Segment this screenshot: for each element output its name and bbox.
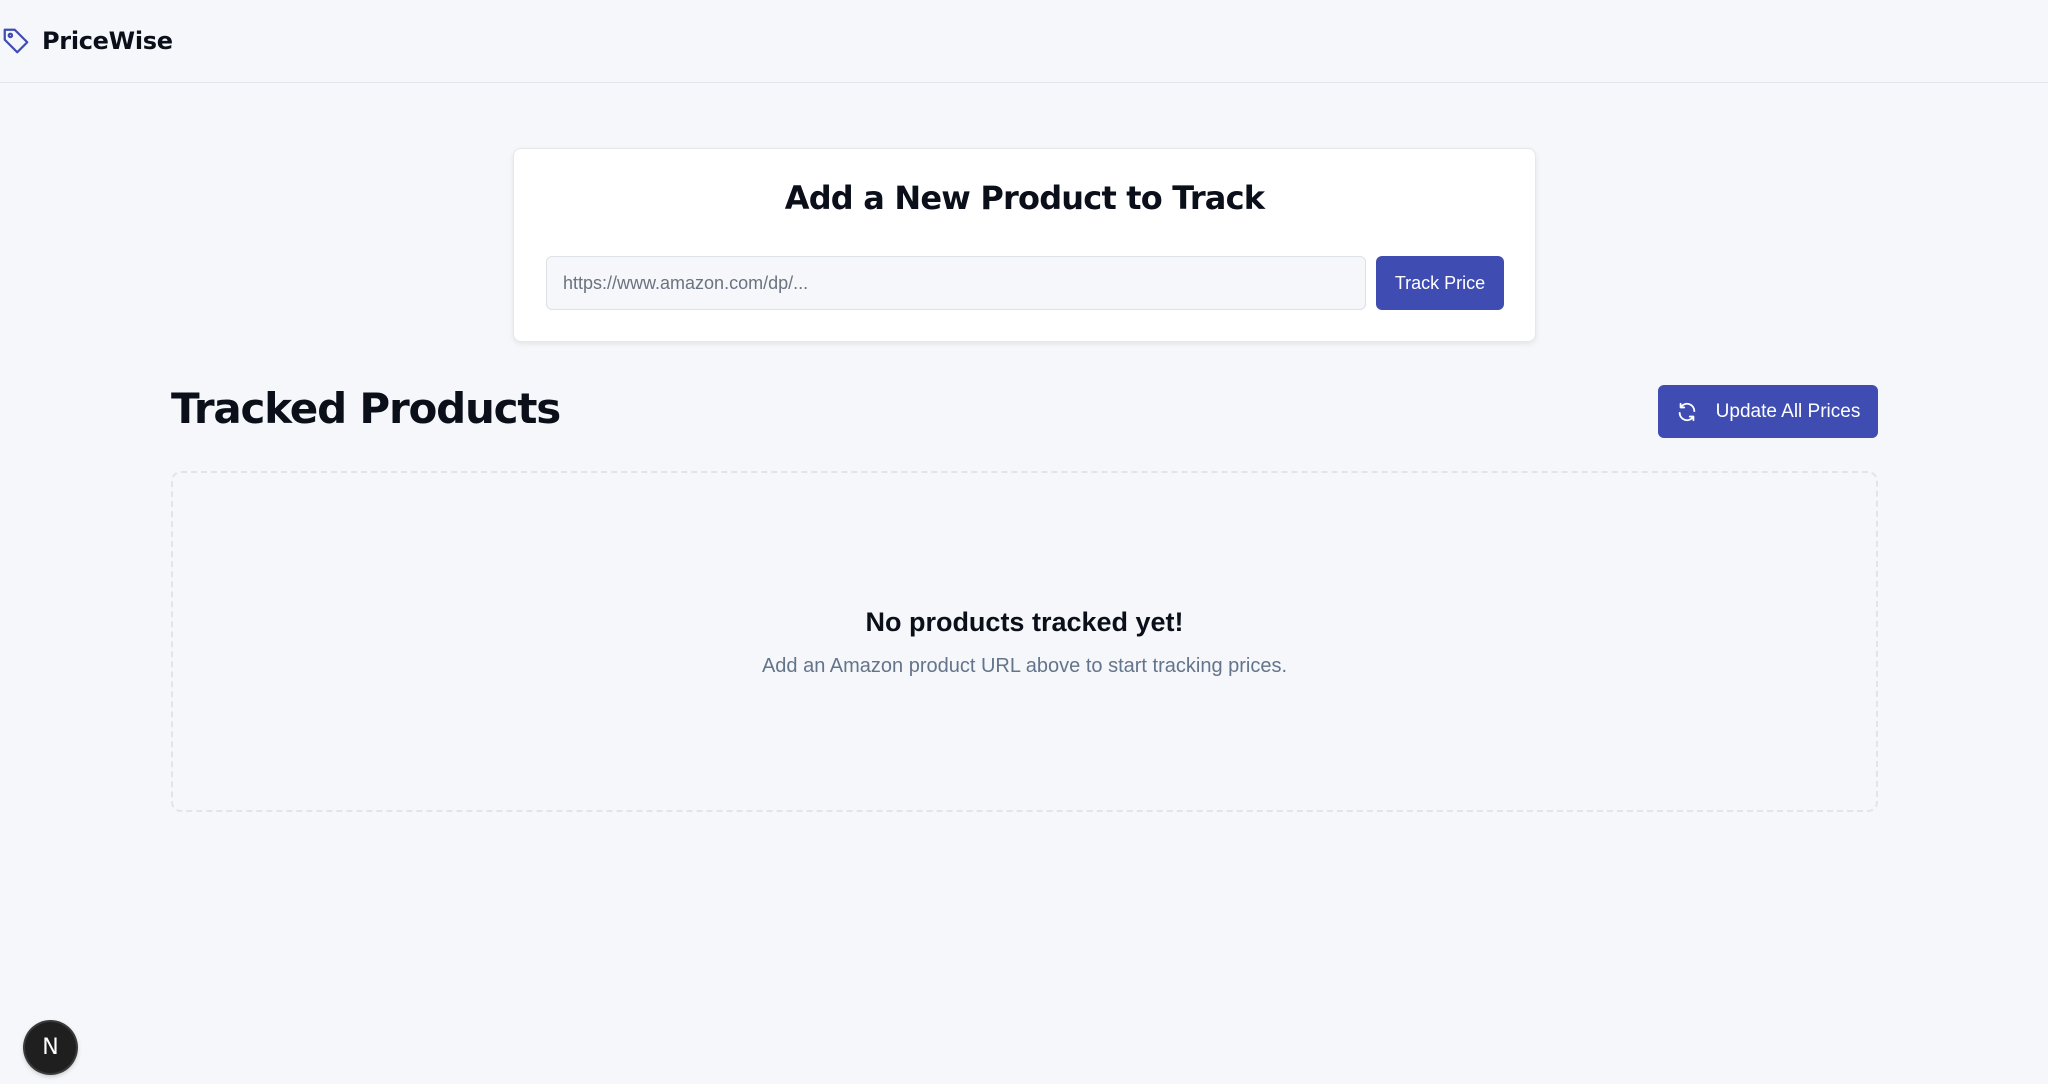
brand-name: PriceWise [42, 27, 173, 55]
empty-state: No products tracked yet! Add an Amazon p… [171, 471, 1878, 812]
add-product-title: Add a New Product to Track [784, 179, 1265, 217]
empty-state-subtitle: Add an Amazon product URL above to start… [761, 655, 1288, 677]
dev-tools-badge[interactable]: N [25, 1022, 76, 1073]
brand[interactable]: PriceWise [0, 25, 173, 57]
dev-badge-letter: N [42, 1035, 59, 1060]
product-url-input[interactable] [546, 256, 1366, 310]
empty-state-title: No products tracked yet! [865, 607, 1184, 637]
tracked-products-title: Tracked Products [171, 384, 561, 433]
add-product-card: Add a New Product to Track Track Price [513, 148, 1536, 342]
update-all-prices-button[interactable]: Update All Prices [1658, 385, 1878, 438]
tag-icon [0, 25, 32, 57]
refresh-icon [1676, 401, 1698, 423]
app-header: PriceWise [0, 0, 2048, 83]
track-price-button[interactable]: Track Price [1376, 256, 1504, 310]
update-all-prices-label: Update All Prices [1715, 400, 1861, 422]
